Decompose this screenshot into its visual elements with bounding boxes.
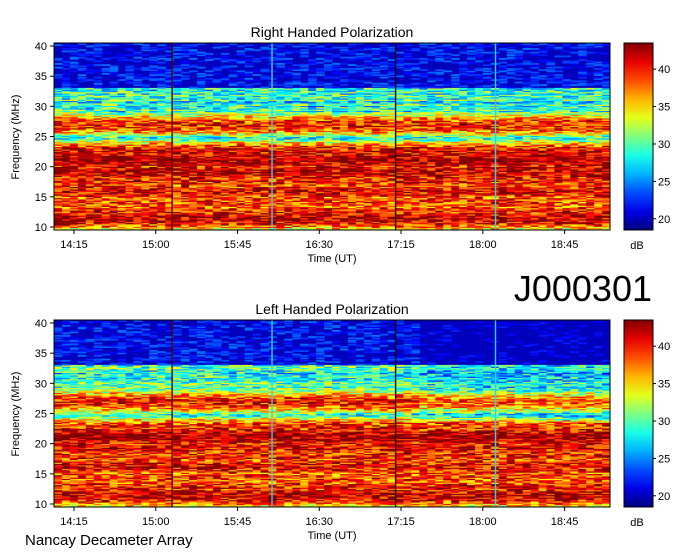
spectrogram-figure: Right Handed Polarization 14:15 15:00 15:4… [10,24,670,549]
chart-title: Right Handed Polarization [251,24,414,40]
right-polarization-panel: Right Handed Polarization 14:15 15:00 15:4… [10,24,670,265]
spectrogram-plot [53,42,611,231]
